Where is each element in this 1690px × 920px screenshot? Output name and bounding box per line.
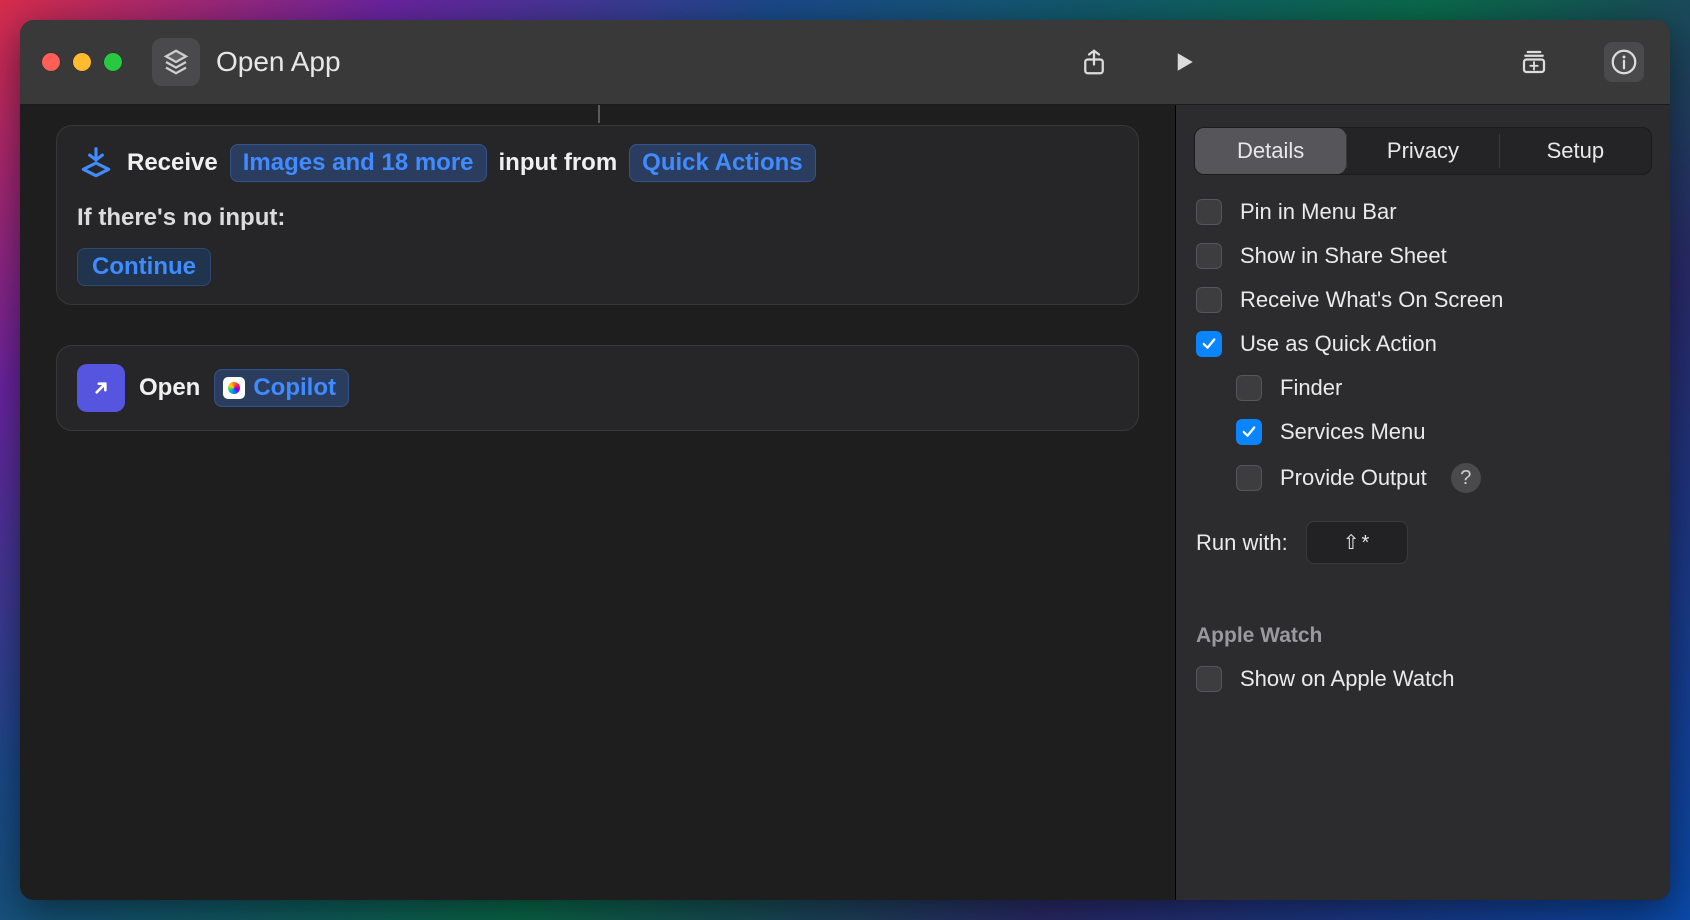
option-show-on-apple-watch[interactable]: Show on Apple Watch	[1196, 666, 1650, 692]
option-label: Services Menu	[1280, 419, 1426, 445]
keyboard-shortcut-field[interactable]: ⇧*	[1306, 521, 1409, 564]
receive-icon	[77, 144, 115, 182]
library-toggle-button[interactable]	[1514, 42, 1554, 82]
apple-watch-header: Apple Watch	[1196, 624, 1650, 648]
checkbox[interactable]	[1236, 465, 1262, 491]
open-action-label: Open	[139, 374, 200, 402]
option-show-share-sheet[interactable]: Show in Share Sheet	[1196, 243, 1650, 269]
info-toggle-button[interactable]	[1604, 42, 1644, 82]
app-window: Open App	[20, 20, 1670, 900]
receive-prefix: Receive	[127, 149, 218, 177]
toolbar-right	[1074, 42, 1644, 82]
option-label: Pin in Menu Bar	[1240, 199, 1397, 225]
run-with-label: Run with:	[1196, 530, 1288, 556]
window-controls	[42, 53, 122, 71]
tab-setup[interactable]: Setup	[1500, 128, 1651, 174]
option-label: Finder	[1280, 375, 1342, 401]
receive-mid: input from	[499, 149, 618, 177]
option-services-menu[interactable]: Services Menu	[1236, 419, 1650, 445]
zoom-window-button[interactable]	[104, 53, 122, 71]
option-pin-menu-bar[interactable]: Pin in Menu Bar	[1196, 199, 1650, 225]
details-options: Pin in Menu Bar Show in Share Sheet Rece…	[1176, 193, 1670, 698]
run-button[interactable]	[1164, 42, 1204, 82]
minimize-window-button[interactable]	[73, 53, 91, 71]
connector-line	[598, 105, 600, 123]
option-use-quick-action[interactable]: Use as Quick Action	[1196, 331, 1650, 357]
tab-details[interactable]: Details	[1195, 128, 1346, 174]
copilot-app-icon	[223, 377, 245, 399]
inspector-tabs: Details Privacy Setup	[1194, 127, 1652, 175]
checkbox[interactable]	[1196, 243, 1222, 269]
titlebar: Open App	[20, 20, 1670, 105]
checkbox[interactable]	[1196, 666, 1222, 692]
open-app-action-block[interactable]: Open Copilot	[56, 345, 1139, 431]
close-window-button[interactable]	[42, 53, 60, 71]
checkbox[interactable]	[1196, 199, 1222, 225]
checkbox[interactable]	[1236, 375, 1262, 401]
checkbox[interactable]	[1236, 419, 1262, 445]
option-label: Use as Quick Action	[1240, 331, 1437, 357]
help-icon[interactable]: ?	[1451, 463, 1481, 493]
open-app-icon	[77, 364, 125, 412]
option-finder[interactable]: Finder	[1236, 375, 1650, 401]
option-receive-on-screen[interactable]: Receive What's On Screen	[1196, 287, 1650, 313]
tab-privacy[interactable]: Privacy	[1347, 128, 1498, 174]
option-label: Show on Apple Watch	[1240, 666, 1454, 692]
app-name: Copilot	[253, 374, 336, 402]
content-area: Receive Images and 18 more input from Qu…	[20, 105, 1670, 900]
input-types-token[interactable]: Images and 18 more	[230, 144, 487, 182]
shortcut-icon	[152, 38, 200, 86]
inspector-panel: Details Privacy Setup Pin in Menu Bar Sh…	[1175, 105, 1670, 900]
option-label: Receive What's On Screen	[1240, 287, 1503, 313]
checkbox[interactable]	[1196, 287, 1222, 313]
option-provide-output[interactable]: Provide Output ?	[1236, 463, 1650, 493]
option-label: Show in Share Sheet	[1240, 243, 1447, 269]
app-token[interactable]: Copilot	[214, 369, 349, 407]
input-source-token[interactable]: Quick Actions	[629, 144, 815, 182]
share-button[interactable]	[1074, 42, 1114, 82]
no-input-label: If there's no input:	[77, 204, 1118, 232]
run-with-row: Run with: ⇧*	[1196, 521, 1650, 564]
no-input-action-token[interactable]: Continue	[77, 248, 211, 286]
option-label: Provide Output	[1280, 465, 1427, 491]
receive-input-block[interactable]: Receive Images and 18 more input from Qu…	[56, 125, 1139, 305]
workflow-editor[interactable]: Receive Images and 18 more input from Qu…	[20, 105, 1175, 900]
window-title[interactable]: Open App	[216, 46, 341, 78]
checkbox[interactable]	[1196, 331, 1222, 357]
